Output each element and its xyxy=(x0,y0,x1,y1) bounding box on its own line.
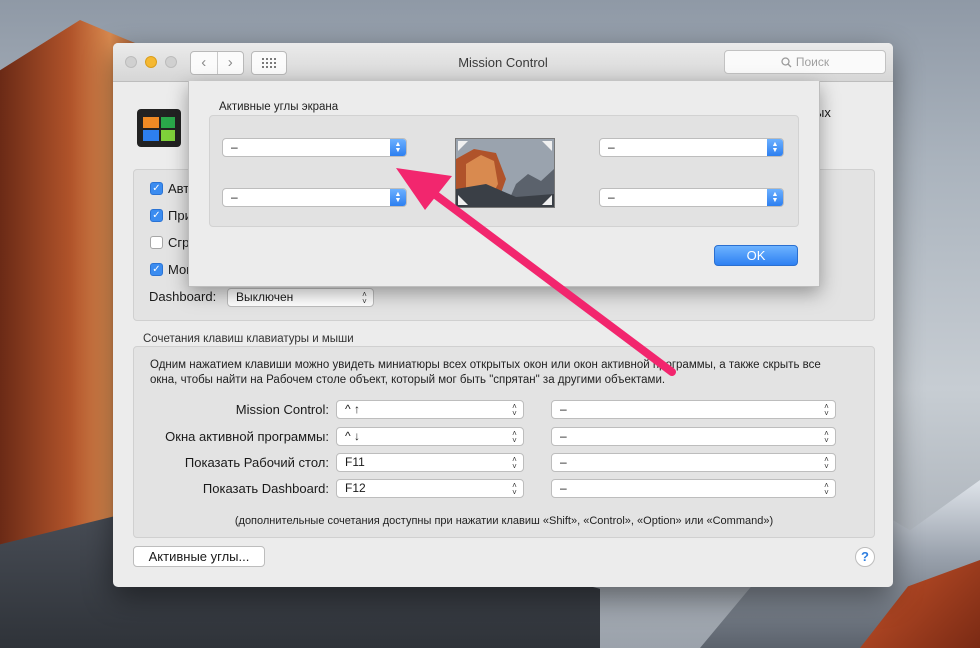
shortcut-mouse-value: – xyxy=(560,429,567,443)
dashboard-select[interactable]: Выключен ˄ ˅ xyxy=(227,288,374,307)
corner-top-left-select[interactable]: – ▲ ▼ xyxy=(222,138,407,157)
corner-bottom-left-select[interactable]: – ▲ ▼ xyxy=(222,188,407,207)
updown-icon: ˄ ˅ xyxy=(512,428,517,445)
checkbox-checked[interactable]: ✓ xyxy=(150,209,163,222)
shortcut-key-select[interactable]: F12 ˄ ˅ xyxy=(336,479,524,498)
title-bar: ‹ › Mission Control Поиск xyxy=(113,43,893,82)
hot-corners-sheet: Активные углы экрана – ▲ ▼ – ▲ ▼ – ▲ ▼ –… xyxy=(188,81,820,287)
updown-icon: ▲ ▼ xyxy=(390,189,406,206)
shortcut-key-value: ^ ↑ xyxy=(345,402,360,416)
shortcuts-footnote: (дополнительные сочетания доступны при н… xyxy=(234,515,774,527)
checkbox-label: Авт xyxy=(168,181,190,196)
shortcut-mouse-value: – xyxy=(560,455,567,469)
updown-icon: ▲ ▼ xyxy=(390,139,406,156)
shortcut-key-value: ^ ↓ xyxy=(345,429,360,443)
corner-bottom-left-value: – xyxy=(231,190,238,204)
corner-top-right-value: – xyxy=(608,140,615,154)
mission-control-icon xyxy=(137,109,181,147)
checkbox-checked[interactable]: ✓ xyxy=(150,263,163,276)
shortcut-mouse-select[interactable]: – ˄ ˅ xyxy=(551,479,836,498)
checkbox-row-3[interactable]: Сгр xyxy=(150,235,189,250)
corner-bottom-right-value: – xyxy=(608,190,615,204)
updown-icon: ˄ ˅ xyxy=(824,401,829,418)
shortcut-label: Mission Control: xyxy=(235,402,329,417)
checkbox-unchecked[interactable] xyxy=(150,236,163,249)
dashboard-select-value: Выключен xyxy=(236,290,294,304)
shortcut-mouse-select[interactable]: – ˄ ˅ xyxy=(551,427,836,446)
shortcut-key-select[interactable]: ^ ↑ ˄ ˅ xyxy=(336,400,524,419)
checkbox-label: Сгр xyxy=(168,235,190,250)
search-placeholder: Поиск xyxy=(795,55,830,69)
shortcut-key-value: F11 xyxy=(345,455,365,469)
shortcuts-box: Одним нажатием клавиши можно увидеть мин… xyxy=(133,346,875,538)
updown-icon: ˄ ˅ xyxy=(512,401,517,418)
checkbox-row-2[interactable]: ✓ При xyxy=(150,208,192,223)
shortcut-mouse-select[interactable]: – ˄ ˅ xyxy=(551,453,836,472)
updown-icon: ▲ ▼ xyxy=(767,189,783,206)
help-button[interactable]: ? xyxy=(855,547,875,567)
ok-button[interactable]: OK xyxy=(714,245,798,266)
sheet-title: Активные углы экрана xyxy=(219,101,339,113)
corner-top-left-value: – xyxy=(231,140,238,154)
shortcut-label: Показать Dashboard: xyxy=(202,481,329,496)
corner-top-right-select[interactable]: – ▲ ▼ xyxy=(599,138,784,157)
updown-icon: ˄ ˅ xyxy=(824,428,829,445)
checkbox-row-4[interactable]: ✓ Мон xyxy=(150,262,193,277)
hot-corners-box: – ▲ ▼ – ▲ ▼ – ▲ ▼ – ▲ ▼ xyxy=(209,115,799,227)
hot-corners-button[interactable]: Активные углы... xyxy=(133,546,265,567)
shortcut-mouse-value: – xyxy=(560,402,567,416)
search-field[interactable]: Поиск xyxy=(724,50,886,74)
corner-bottom-right-select[interactable]: – ▲ ▼ xyxy=(599,188,784,207)
updown-icon: ˄ ˅ xyxy=(824,480,829,497)
updown-icon: ▲ ▼ xyxy=(767,139,783,156)
shortcut-label: Окна активной программы: xyxy=(165,429,329,444)
shortcut-key-select[interactable]: ^ ↓ ˄ ˅ xyxy=(336,427,524,446)
shortcut-mouse-value: – xyxy=(560,481,567,495)
shortcut-key-select[interactable]: F11 ˄ ˅ xyxy=(336,453,524,472)
checkbox-checked[interactable]: ✓ xyxy=(150,182,163,195)
shortcut-key-value: F12 xyxy=(345,481,366,495)
shortcuts-section-title: Сочетания клавиш клавиатуры и мыши xyxy=(143,333,354,345)
shortcut-mouse-select[interactable]: – ˄ ˅ xyxy=(551,400,836,419)
screen-preview xyxy=(455,138,555,208)
updown-icon: ˄ ˅ xyxy=(362,289,367,306)
updown-icon: ˄ ˅ xyxy=(512,454,517,471)
checkbox-row-1[interactable]: ✓ Авт xyxy=(150,181,189,196)
shortcut-label: Показать Рабочий стол: xyxy=(184,455,329,470)
dashboard-label: Dashboard: xyxy=(149,289,217,304)
search-icon xyxy=(781,56,792,67)
updown-icon: ˄ ˅ xyxy=(824,454,829,471)
updown-icon: ˄ ˅ xyxy=(512,480,517,497)
shortcuts-description: Одним нажатием клавиши можно увидеть мин… xyxy=(150,359,821,386)
